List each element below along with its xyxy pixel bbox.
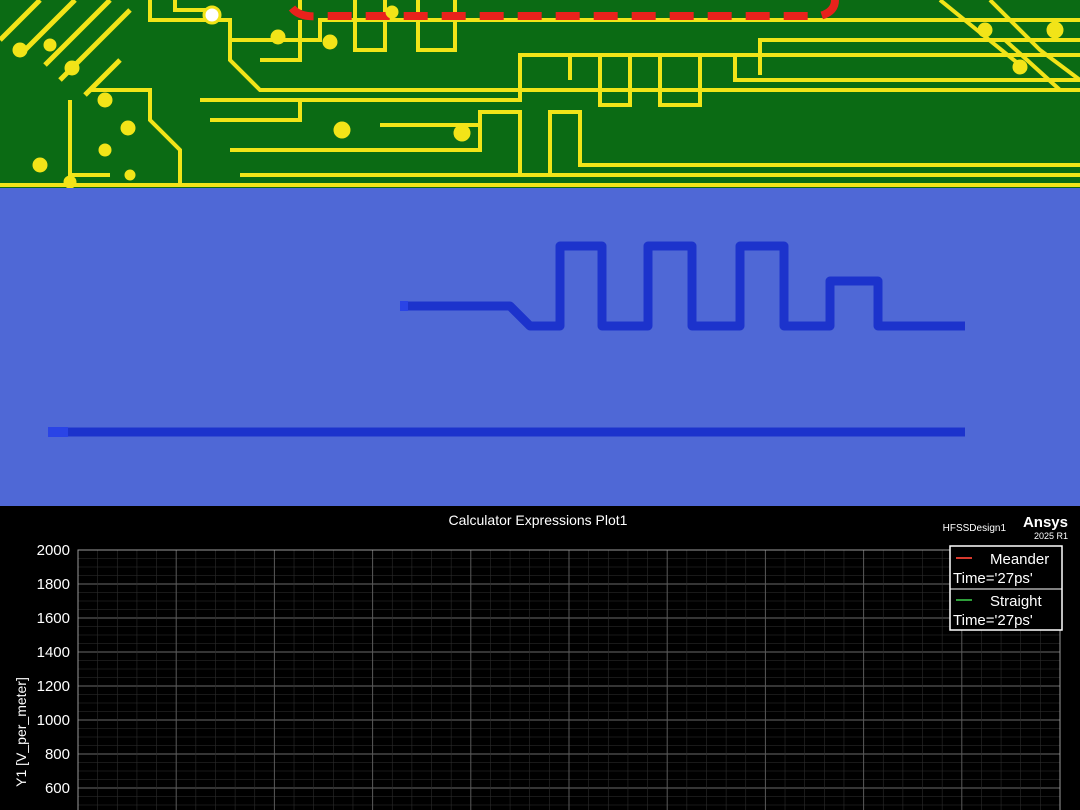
straight-port <box>48 427 68 437</box>
y-tick-label: 2000 <box>37 542 70 559</box>
design-name: HFSSDesign1 <box>943 523 1007 534</box>
y-tick-label: 800 <box>45 746 70 763</box>
y-tick-label: 1400 <box>37 644 70 661</box>
brand-logo-text: Ansys <box>1023 514 1068 531</box>
pcb-board-background <box>0 0 1080 188</box>
substrate-background <box>0 188 1080 506</box>
meander-port <box>400 301 408 311</box>
y-tick-label: 1000 <box>37 712 70 729</box>
transmission-line-model-view <box>0 188 1080 506</box>
y-axis-label: Y1 [V_per_meter] <box>13 677 29 787</box>
pcb-layout-image <box>0 0 1080 188</box>
legend: Meander Time='27ps' Straight Time='27ps' <box>949 545 1063 631</box>
plot-background <box>0 506 1080 810</box>
legend-sublabel-straight: Time='27ps' <box>953 612 1033 629</box>
legend-label-meander: Meander <box>990 551 1049 568</box>
field-plot: Calculator Expressions Plot1 HFSSDesign1… <box>0 506 1080 810</box>
y-tick-label: 1600 <box>37 610 70 627</box>
legend-label-straight: Straight <box>990 593 1043 610</box>
version-text: 2025 R1 <box>1034 531 1068 541</box>
y-tick-label: 1800 <box>37 576 70 593</box>
y-tick-label: 600 <box>45 780 70 797</box>
pcb-pad-ring <box>202 5 222 25</box>
legend-sublabel-meander: Time='27ps' <box>953 570 1033 587</box>
chart-title: Calculator Expressions Plot1 <box>449 512 628 528</box>
y-tick-label: 1200 <box>37 678 70 695</box>
